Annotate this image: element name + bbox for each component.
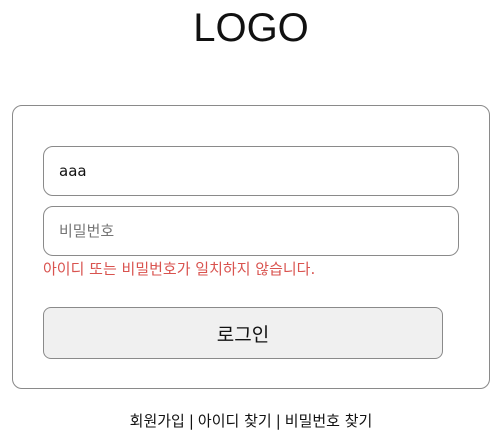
- link-separator: |: [188, 412, 194, 430]
- login-card: 아이디 또는 비밀번호가 일치하지 않습니다. 로그인: [12, 105, 490, 389]
- error-message: 아이디 또는 비밀번호가 일치하지 않습니다.: [43, 260, 316, 278]
- id-input[interactable]: [43, 146, 459, 196]
- find-password-link[interactable]: 비밀번호 찾기: [285, 412, 373, 430]
- login-button[interactable]: 로그인: [43, 307, 443, 359]
- password-input[interactable]: [43, 206, 459, 256]
- footer-links: 회원가입 | 아이디 찾기 | 비밀번호 찾기: [0, 410, 502, 431]
- logo: LOGO: [193, 6, 309, 50]
- signup-link[interactable]: 회원가입: [130, 412, 185, 430]
- login-page: LOGO 아이디 또는 비밀번호가 일치하지 않습니다. 로그인 회원가입|아이…: [0, 0, 502, 438]
- link-separator: |: [275, 412, 281, 430]
- find-id-link[interactable]: 아이디 찾기: [198, 412, 272, 430]
